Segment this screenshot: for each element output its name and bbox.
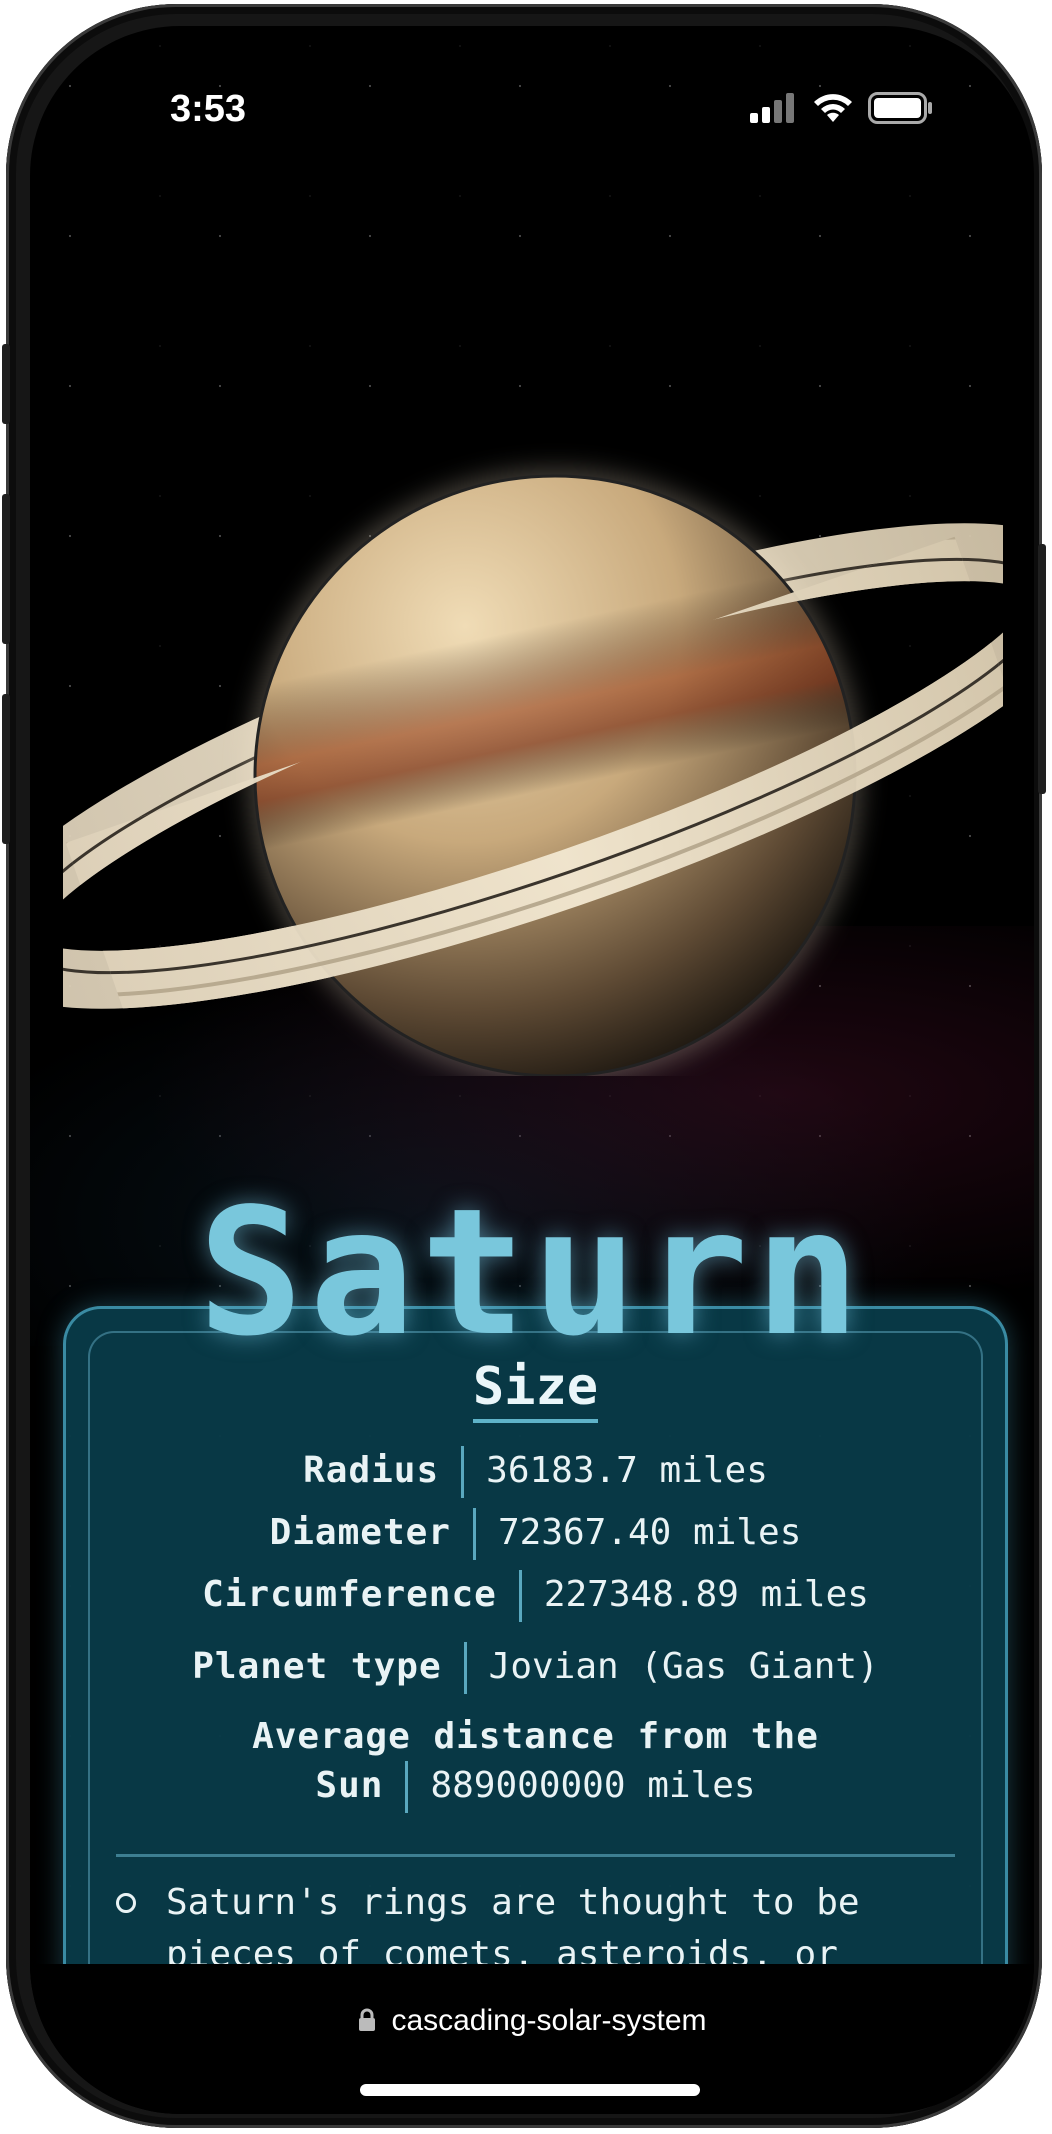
circumference-row: Circumference 227348.89 miles [66, 1570, 1005, 1622]
power-button [1038, 544, 1046, 794]
circumference-value: 227348.89 miles [543, 1574, 869, 1615]
size-info-card: Size Radius 36183.7 miles Diameter 72367.4… [63, 1306, 1008, 2009]
radius-value: 36183.7 miles [486, 1450, 768, 1491]
screen: 3:53 Saturn Size Radius 36183.7 miles Di… [30, 26, 1034, 2114]
row-separator [472, 1508, 476, 1560]
status-icons [750, 92, 934, 124]
bullet-circle-icon [116, 1893, 136, 1913]
lock-icon [359, 2008, 376, 2031]
mute-switch [2, 344, 10, 424]
row-separator [518, 1570, 522, 1622]
circumference-label: Circumference [202, 1574, 497, 1615]
volume-up-button [2, 494, 10, 644]
status-time: 3:53 [170, 88, 247, 130]
volume-down-button [2, 694, 10, 844]
radius-label: Radius [303, 1450, 440, 1491]
distance-label-line1: Average distance from the [252, 1716, 819, 1757]
diameter-value: 72367.40 miles [497, 1512, 802, 1553]
diameter-label: Diameter [269, 1512, 451, 1553]
row-separator [461, 1446, 465, 1498]
distance-value: 889000000 miles [430, 1765, 756, 1806]
url-text: cascading-solar-system [391, 2004, 707, 2037]
browser-bottom-bar: cascading-solar-system [30, 1964, 1034, 2114]
wifi-icon [814, 94, 852, 122]
cellular-signal-icon [750, 93, 794, 123]
url-bar[interactable]: cascading-solar-system [30, 2004, 1034, 2038]
saturn-illustration [63, 468, 1003, 1076]
radius-row: Radius 36183.7 miles [66, 1446, 1005, 1498]
planet-type-row: Planet type Jovian (Gas Giant) [66, 1642, 1005, 1694]
distance-label-line2: Sun [315, 1765, 384, 1806]
row-separator [405, 1761, 409, 1813]
distance-row-line1: Average distance from the [66, 1716, 1005, 1757]
diameter-row: Diameter 72367.40 miles [66, 1508, 1005, 1560]
distance-row-line2: Sun 889000000 miles [66, 1761, 1005, 1813]
planet-type-label: Planet type [192, 1646, 442, 1687]
home-indicator[interactable] [360, 2084, 700, 2096]
card-divider [116, 1854, 955, 1857]
row-separator [463, 1642, 467, 1694]
planet-title: Saturn [197, 1172, 867, 1375]
phone-frame: 3:53 Saturn Size Radius 36183.7 miles Di… [2, 4, 1046, 2128]
planet-type-value: Jovian (Gas Giant) [488, 1646, 879, 1687]
battery-icon [868, 92, 932, 124]
